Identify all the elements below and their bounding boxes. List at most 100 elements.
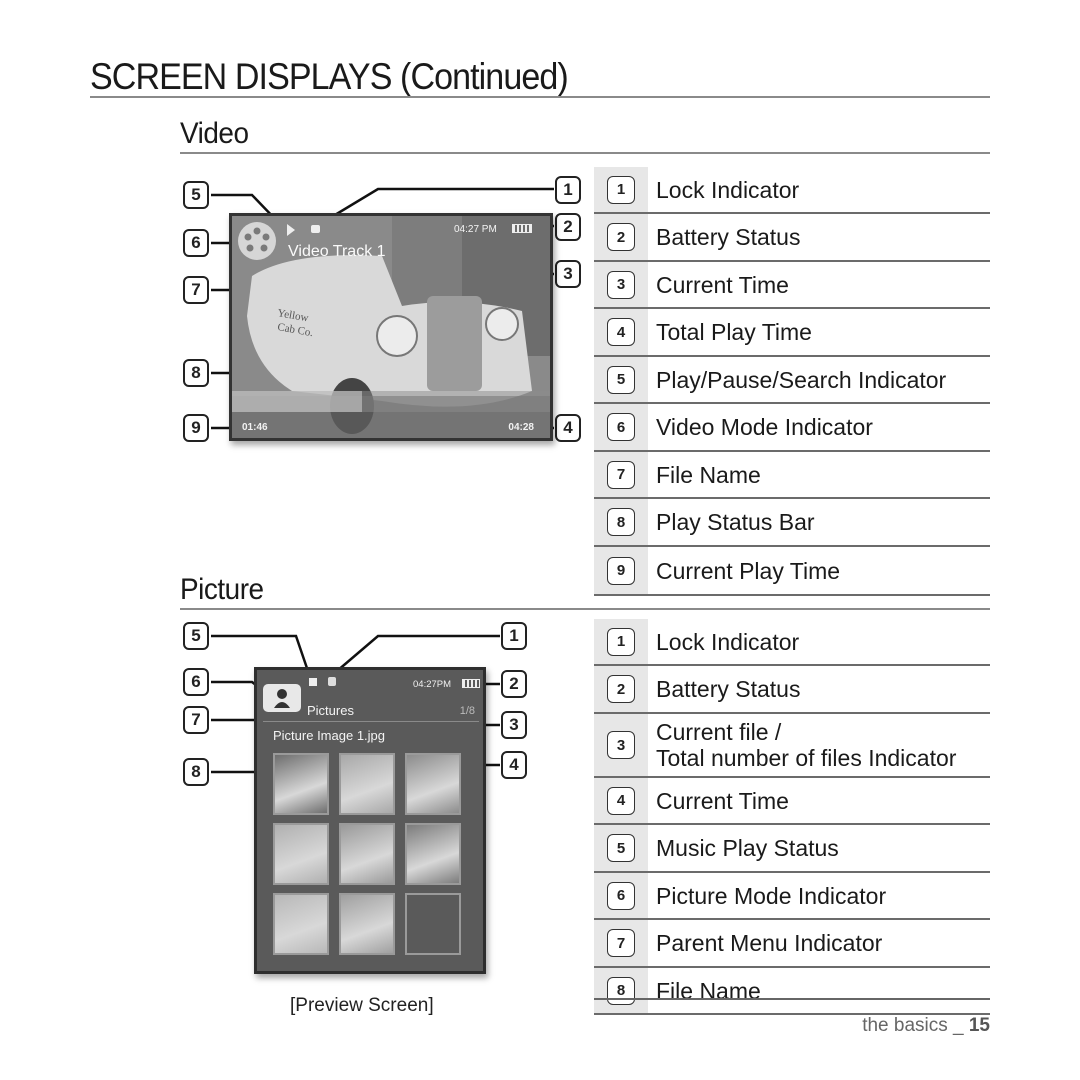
legend-row: 5 Play/Pause/Search Indicator xyxy=(594,357,990,404)
legend-label-line: Current Time xyxy=(656,271,789,298)
legend-row: 2 Battery Status xyxy=(594,666,990,714)
battery-icon xyxy=(512,224,532,233)
legend-label-line: Total number of files Indicator xyxy=(656,745,957,771)
legend-row: 1 Lock Indicator xyxy=(594,167,990,214)
legend-label-line: Current file / xyxy=(656,719,782,745)
footer-section: the basics xyxy=(862,1015,948,1036)
legend-label: Lock Indicator xyxy=(648,629,799,655)
legend-label-line: Parent Menu Indicator xyxy=(656,930,883,956)
legend-row: 8 File Name xyxy=(594,968,990,1015)
legend-row: 3 Current file / Total number of files Ind… xyxy=(594,714,990,778)
thumbnail-cat[interactable] xyxy=(273,753,329,815)
thumbnail-seal[interactable] xyxy=(273,893,329,955)
callout-1: 1 xyxy=(555,176,581,204)
thumbnail-flower[interactable] xyxy=(339,893,395,955)
thumbnail-dog[interactable] xyxy=(405,753,461,815)
play-status-bar[interactable] xyxy=(232,391,550,412)
callout-6: 6 xyxy=(183,668,209,696)
legend-label: Current Time xyxy=(648,788,789,814)
callout-4: 4 xyxy=(501,751,527,779)
legend-label: Picture Mode Indicator xyxy=(648,883,886,909)
legend-label-line: Lock Indicator xyxy=(656,628,800,655)
legend-number-badge: 2 xyxy=(607,223,635,251)
legend-label-line: Video Mode Indicator xyxy=(656,414,873,440)
lock-icon xyxy=(328,677,336,686)
legend-number-badge: 8 xyxy=(607,508,635,536)
legend-number-badge: 3 xyxy=(607,270,635,299)
legend-number-badge: 7 xyxy=(607,460,635,489)
legend-label-line: Battery Status xyxy=(656,224,801,250)
legend-label: File Name xyxy=(648,462,761,488)
callout-6: 6 xyxy=(183,229,209,257)
person-icon xyxy=(263,684,301,712)
parent-menu: Pictures xyxy=(307,703,354,718)
page-footer: the basics _ 15 xyxy=(862,1015,990,1037)
legend-label-line: Current Time xyxy=(656,787,789,814)
callout-5: 5 xyxy=(183,622,209,650)
legend-row: 8 Play Status Bar xyxy=(594,499,990,547)
callout-2: 2 xyxy=(555,213,581,241)
legend-number-badge: 8 xyxy=(607,976,635,1005)
play-progress-fill xyxy=(232,391,363,412)
legend-number-cell: 6 xyxy=(594,873,648,918)
stop-icon xyxy=(309,678,317,686)
legend-number-badge: 6 xyxy=(607,881,635,910)
thumbnail-storefront[interactable] xyxy=(405,823,461,885)
legend-number-cell: 7 xyxy=(594,920,648,966)
callout-4: 4 xyxy=(555,414,581,442)
footer-divider xyxy=(594,998,990,1000)
thumbnail-taxi[interactable] xyxy=(339,823,395,885)
legend-number-badge: 5 xyxy=(607,834,635,862)
legend-number-cell: 3 xyxy=(594,714,648,776)
video-player-screen: Yellow Cab Co. 04:27 PM Video Track 1 01… xyxy=(229,213,553,441)
legend-label-line: Music Play Status xyxy=(656,835,839,861)
current-play-time: 01:46 xyxy=(242,422,268,433)
legend-row: 7 File Name xyxy=(594,452,990,499)
film-reel-icon xyxy=(238,222,276,260)
footer-separator: _ xyxy=(947,1015,969,1036)
legend-label: Parent Menu Indicator xyxy=(648,930,882,956)
legend-number-cell: 3 xyxy=(594,262,648,307)
legend-row: 6 Video Mode Indicator xyxy=(594,404,990,452)
thumbnail-eiffel-tower[interactable] xyxy=(339,753,395,815)
legend-row: 6 Picture Mode Indicator xyxy=(594,873,990,920)
legend-label-line: Current Play Time xyxy=(656,557,841,584)
picture-preview-screen: 04:27PM Pictures 1/8 Picture Image 1.jpg xyxy=(254,667,486,974)
legend-label: Play Status Bar xyxy=(648,509,815,535)
legend-label: Current file / Total number of files Indi… xyxy=(648,719,956,771)
legend-row: 4 Current Time xyxy=(594,778,990,825)
legend-label-line: Play/Pause/Search Indicator xyxy=(656,366,947,393)
callout-7: 7 xyxy=(183,706,209,734)
legend-number-badge: 6 xyxy=(607,413,635,441)
legend-number-cell: 8 xyxy=(594,499,648,545)
legend-number-cell: 4 xyxy=(594,309,648,355)
page-number: 15 xyxy=(968,1015,990,1036)
legend-label-line: Total Play Time xyxy=(656,319,812,345)
legend-number-badge: 4 xyxy=(607,318,635,346)
legend-row: 2 Battery Status xyxy=(594,214,990,262)
callout-1: 1 xyxy=(501,622,527,650)
thumbnail-pagoda[interactable] xyxy=(273,823,329,885)
file-name: Video Track 1 xyxy=(288,243,386,260)
legend-row: 3 Current Time xyxy=(594,262,990,309)
header-divider xyxy=(263,721,479,722)
picture-legend: 1 Lock Indicator 2 Battery Status 3 Current f… xyxy=(594,619,990,1015)
legend-number-cell: 8 xyxy=(594,968,648,1013)
battery-icon xyxy=(462,679,480,688)
callout-8: 8 xyxy=(183,758,209,786)
legend-number-cell: 5 xyxy=(594,825,648,871)
legend-number-badge: 4 xyxy=(607,786,635,815)
callout-5: 5 xyxy=(183,181,209,209)
legend-number-cell: 1 xyxy=(594,619,648,664)
legend-number-badge: 2 xyxy=(607,675,635,703)
legend-label-line: Lock Indicator xyxy=(656,176,800,203)
legend-number-cell: 9 xyxy=(594,547,648,594)
legend-row: 4 Total Play Time xyxy=(594,309,990,357)
legend-label: Current Time xyxy=(648,272,789,298)
play-icon xyxy=(287,224,295,236)
legend-number-badge: 9 xyxy=(607,556,635,585)
thumbnail-empty[interactable] xyxy=(405,893,461,955)
legend-row: 5 Music Play Status xyxy=(594,825,990,873)
legend-label: Play/Pause/Search Indicator xyxy=(648,367,946,393)
legend-row: 1 Lock Indicator xyxy=(594,619,990,666)
